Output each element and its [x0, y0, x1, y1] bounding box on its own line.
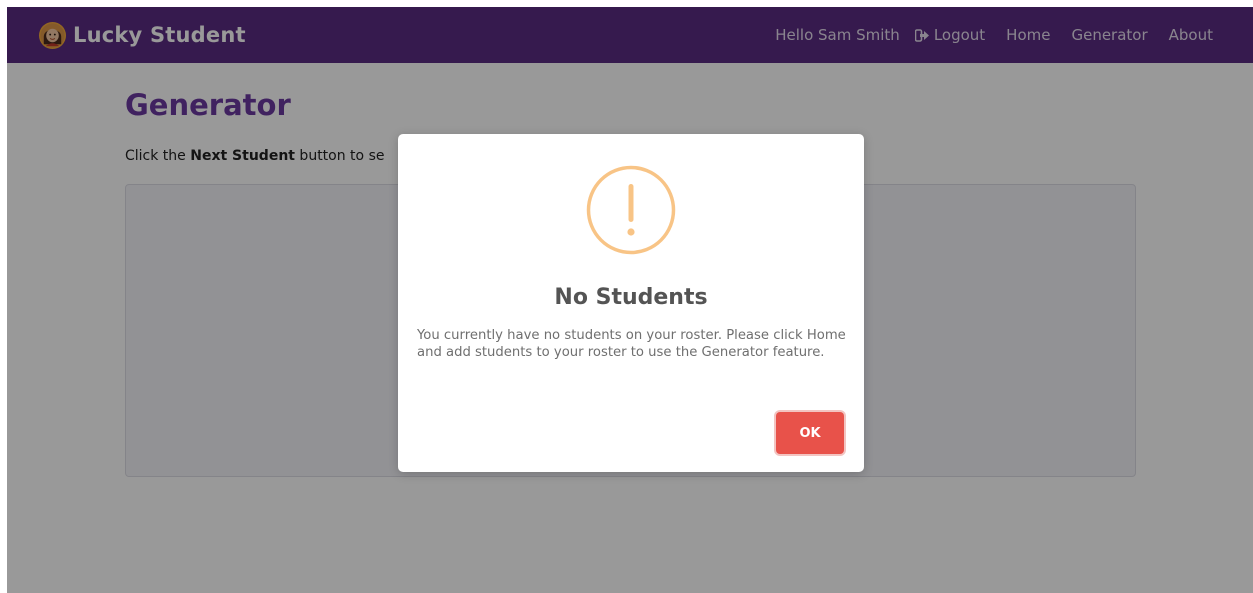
dialog-message: You currently have no students on your r… — [417, 328, 846, 360]
alert-dialog: No Students You currently have no studen… — [398, 134, 864, 472]
warning-icon — [586, 165, 676, 255]
app-window: Lucky Student Hello Sam Smith Logout Hom… — [7, 7, 1253, 593]
ok-button[interactable]: OK — [776, 412, 844, 454]
dialog-title: No Students — [554, 285, 708, 310]
